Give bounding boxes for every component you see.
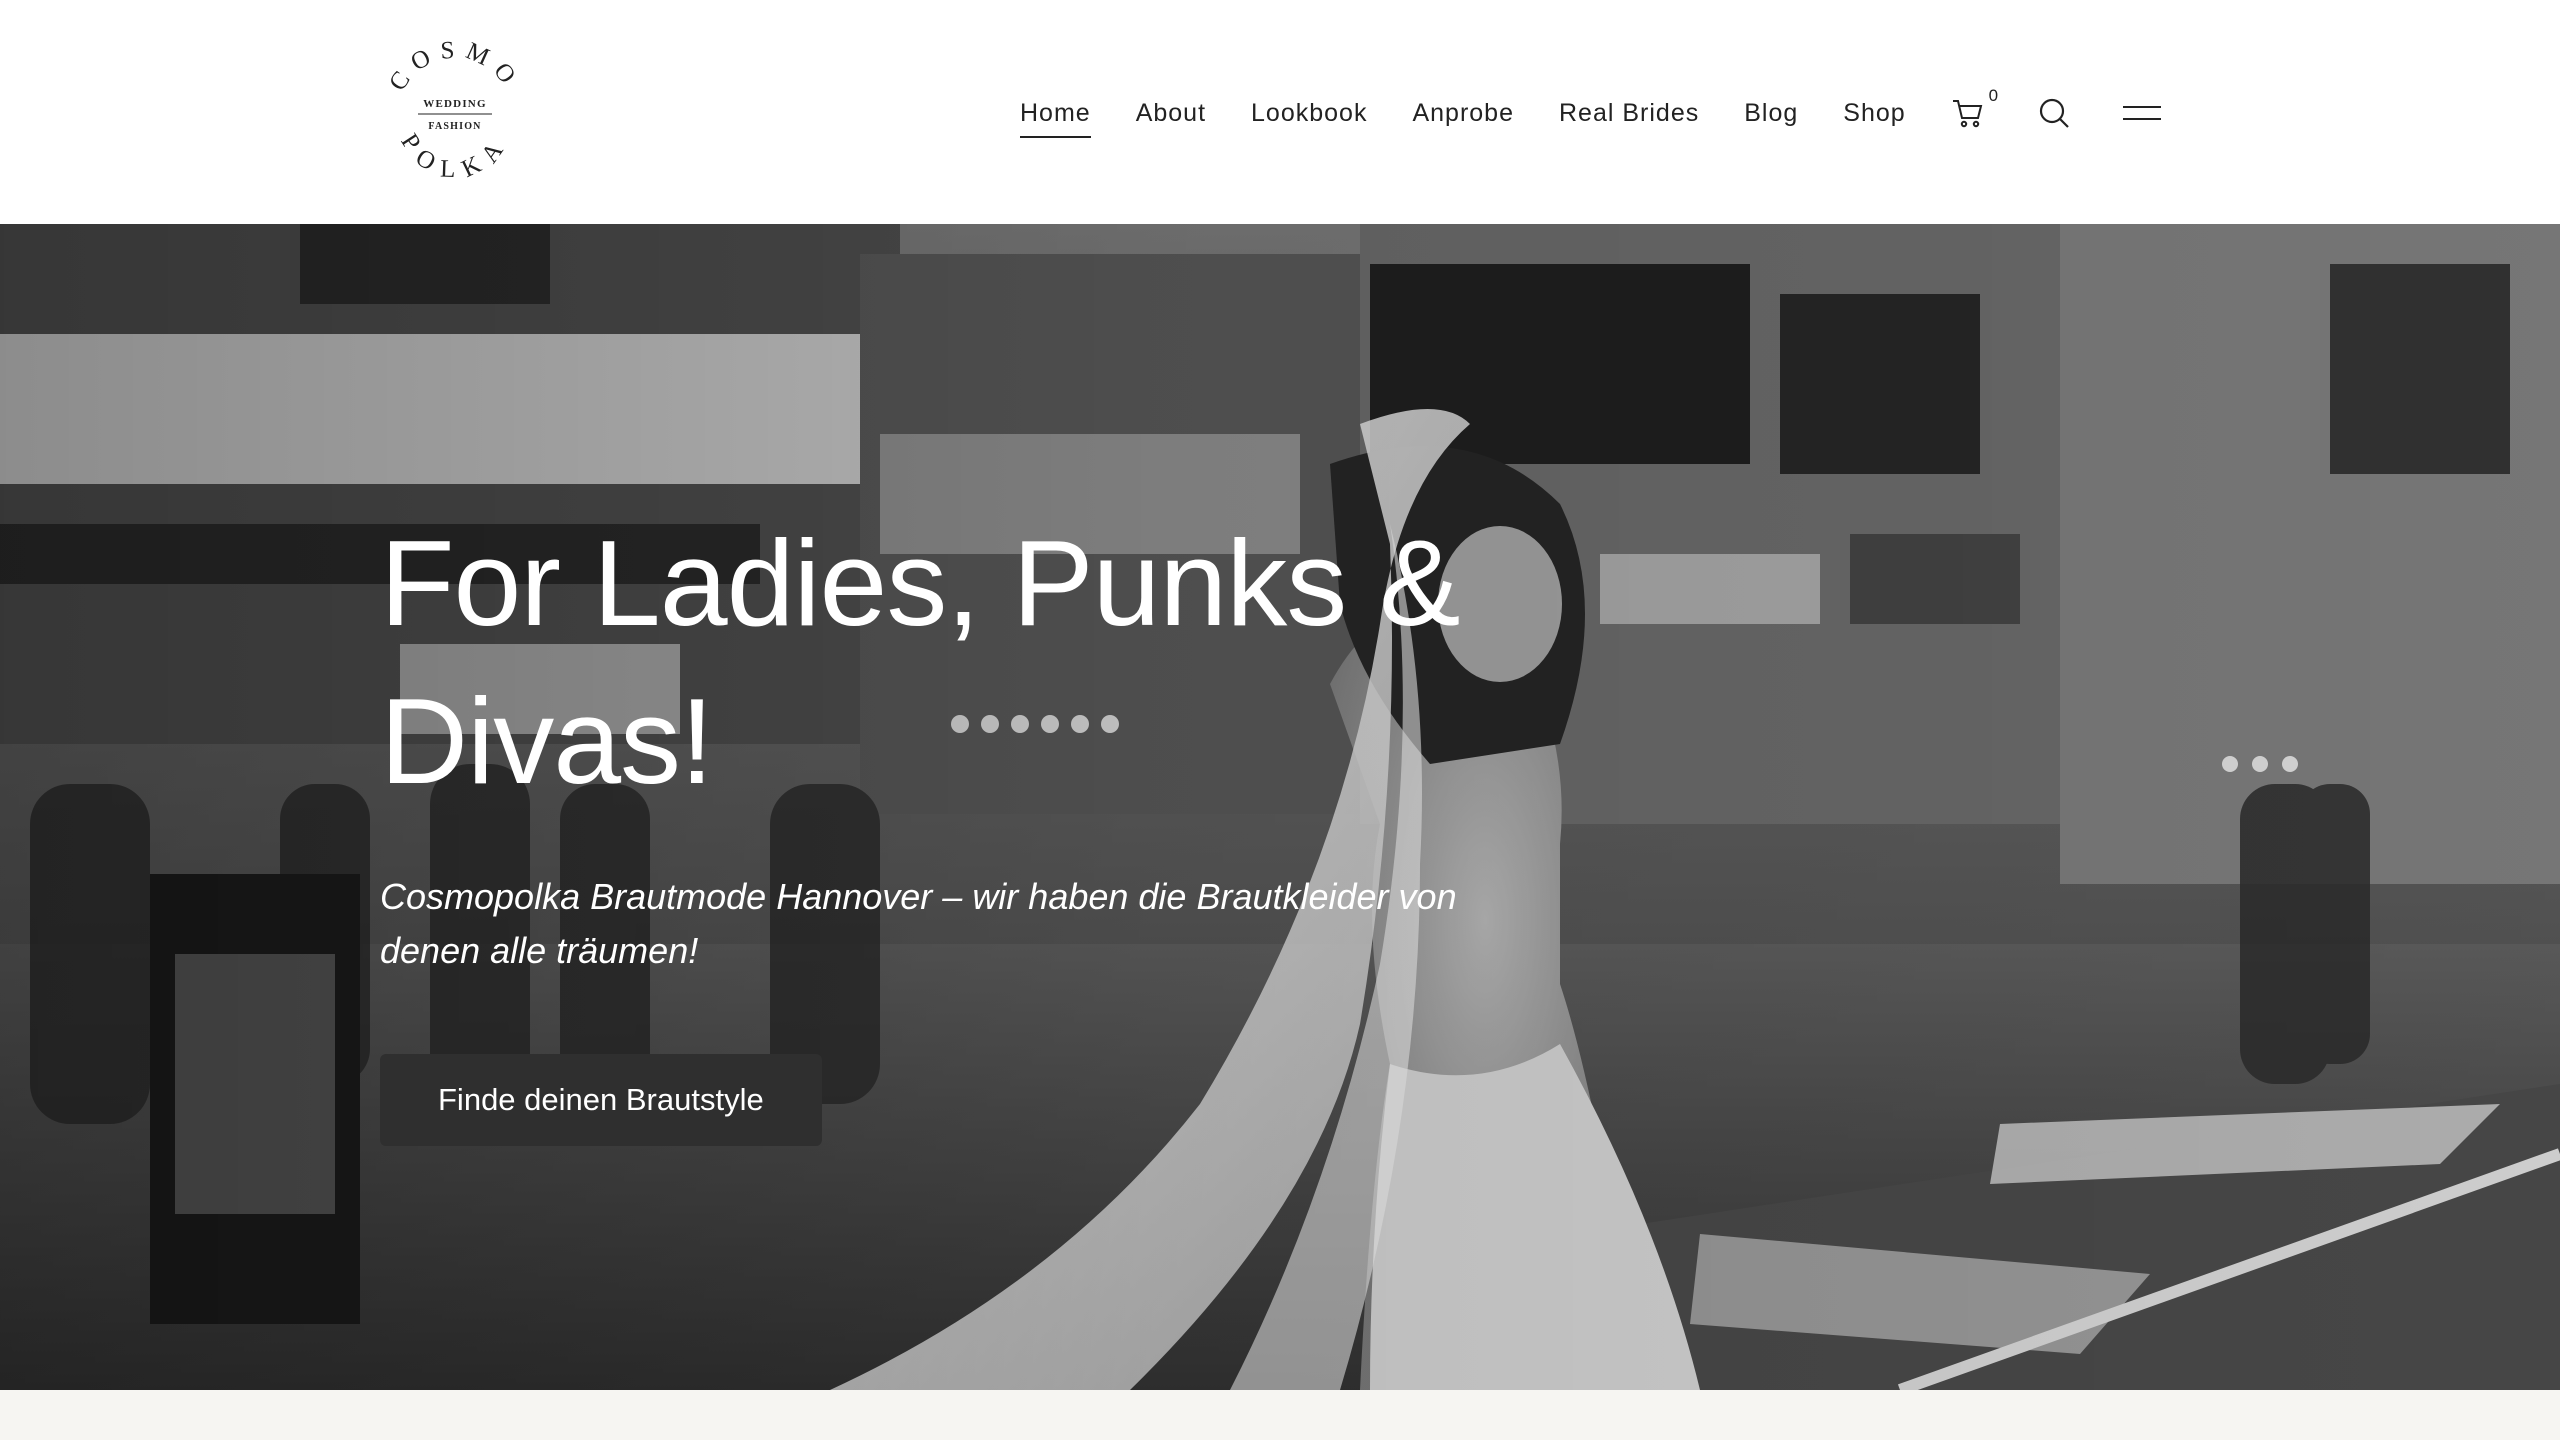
main-nav: Home About Lookbook Anprobe Real Brides … — [1020, 86, 2163, 138]
search-icon[interactable] — [2037, 96, 2071, 130]
nav-item-home[interactable]: Home — [1020, 99, 1091, 138]
hero-section: For Ladies, Punks & Divas! Cosmopolka Br… — [0, 224, 2560, 1390]
cosmopolka-logo[interactable]: COSMO POLKA WEDDING FASHION — [380, 30, 530, 195]
svg-text:COSMO: COSMO — [384, 37, 526, 96]
hamburger-menu-icon[interactable] — [2121, 96, 2163, 130]
nav-item-real-brides[interactable]: Real Brides — [1559, 99, 1699, 128]
find-bridal-style-button[interactable]: Finde deinen Brautstyle — [380, 1054, 822, 1146]
nav-item-anprobe[interactable]: Anprobe — [1412, 99, 1514, 128]
logo-bottom-text: POLKA — [395, 129, 504, 184]
next-section-strip — [0, 1390, 2560, 1440]
hero-content: For Ladies, Punks & Divas! Cosmopolka Br… — [380, 504, 1580, 1146]
nav-item-about[interactable]: About — [1136, 99, 1206, 128]
site-header: COSMO POLKA WEDDING FASHION Home About L… — [0, 0, 2560, 224]
hero-title: For Ladies, Punks & Divas! — [380, 515, 1461, 809]
cart-count: 0 — [1988, 86, 1999, 105]
hero-subtitle: Cosmopolka Brautmode Hannover – wir habe… — [380, 876, 1457, 971]
nav-item-lookbook[interactable]: Lookbook — [1251, 99, 1367, 128]
cart-icon[interactable]: 0 — [1951, 86, 1998, 130]
nav-item-blog[interactable]: Blog — [1744, 99, 1798, 128]
logo-fashion-text: FASHION — [428, 121, 481, 132]
logo-wedding-text: WEDDING — [423, 98, 486, 110]
logo-top-text: COSMO — [384, 37, 517, 96]
nav-item-shop[interactable]: Shop — [1843, 99, 1905, 128]
svg-text:POLKA: POLKA — [395, 129, 515, 184]
